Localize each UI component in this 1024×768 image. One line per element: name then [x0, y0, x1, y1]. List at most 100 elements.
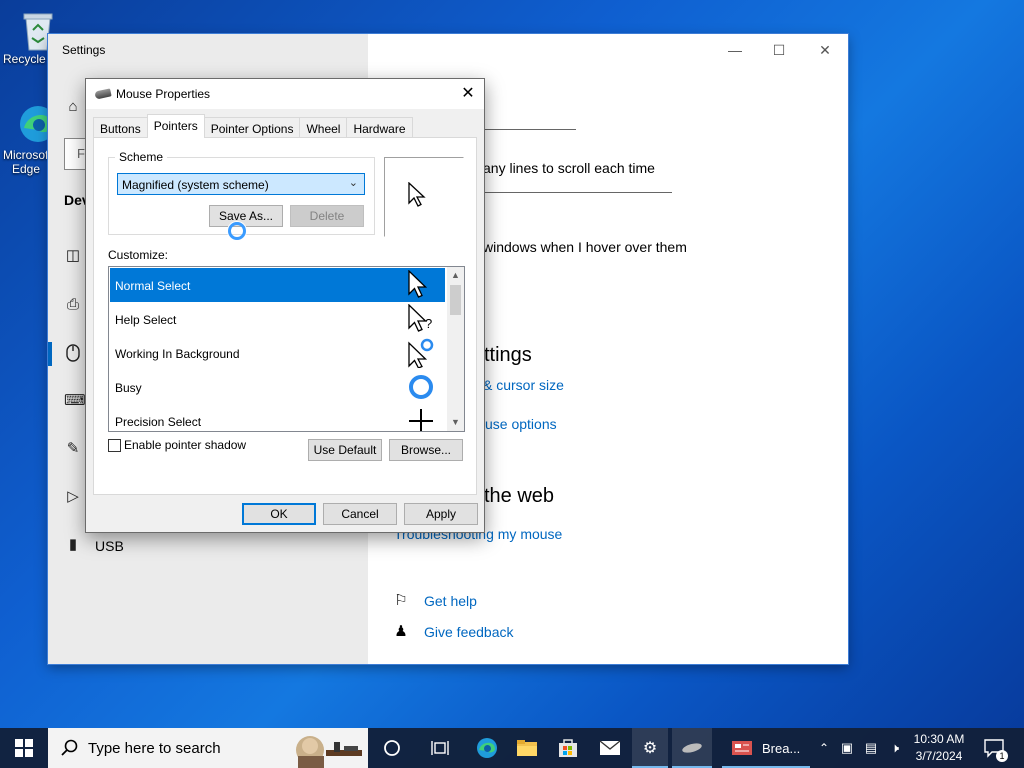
news-icon[interactable]	[730, 736, 754, 760]
hover-scroll-label: windows when I hover over them	[483, 239, 687, 255]
notification-icon[interactable]: 1	[982, 736, 1008, 762]
bluetooth-devices-icon[interactable]: ◫	[64, 247, 82, 265]
printer-icon[interactable]: ⎙	[64, 296, 82, 314]
list-item[interactable]: Normal Select	[110, 268, 445, 302]
list-item[interactable]: Precision Select	[110, 404, 445, 431]
mouse-icon	[94, 88, 112, 100]
network-icon[interactable]: ▤	[859, 736, 883, 760]
scroll-up-icon[interactable]: ▲	[447, 267, 464, 284]
pointer-label: Precision Select	[115, 415, 202, 429]
task-view-icon[interactable]	[428, 736, 452, 760]
busy-cursor-icon	[228, 222, 246, 240]
tab-buttons[interactable]: Buttons	[93, 117, 148, 138]
customize-label: Customize:	[108, 248, 169, 262]
settings-title: Settings	[62, 43, 106, 57]
tab-hardware[interactable]: Hardware	[346, 117, 413, 138]
ok-button[interactable]: OK	[242, 503, 316, 525]
mail-icon[interactable]	[598, 736, 622, 760]
mouse-cursor-size-link[interactable]: & cursor size	[483, 377, 564, 393]
working-cursor-icon	[408, 338, 434, 368]
browse-button[interactable]: Browse...	[389, 439, 463, 461]
pointers-panel: Scheme Magnified (system scheme) ⌄ Save …	[93, 137, 477, 495]
pointer-label: Working In Background	[115, 347, 240, 361]
clock-time: 10:30 AM	[913, 732, 965, 746]
delete-button[interactable]: Delete	[290, 205, 364, 227]
volume-muted-icon[interactable]: 🕨	[883, 736, 907, 760]
app-label[interactable]: Brea...	[762, 741, 800, 756]
mouse-properties-dialog: Mouse Properties ✕ Buttons Pointers Poin…	[85, 78, 485, 533]
close-button[interactable]: ✕	[802, 38, 848, 62]
pointer-shadow-checkbox[interactable]	[108, 439, 121, 452]
taskbar: Type here to search ⚙ Brea... ⌃ ▣ ▤ 🕨 10…	[0, 728, 1024, 768]
scroll-down-icon[interactable]: ▼	[447, 414, 464, 431]
apply-button[interactable]: Apply	[404, 503, 478, 525]
list-item[interactable]: Help Select ?	[110, 302, 445, 336]
tab-pointer-options[interactable]: Pointer Options	[203, 117, 301, 138]
desktop-icon-label: Microsoft Edge	[3, 148, 52, 176]
sidebar-item-usb[interactable]: USB	[95, 538, 124, 554]
arrow-cursor-icon	[408, 182, 426, 207]
search-highlight-illustration-icon	[296, 736, 362, 768]
home-icon[interactable]: ⌂	[64, 98, 82, 116]
help-icon: ⚐	[394, 592, 408, 609]
busy-cursor-icon	[409, 375, 433, 399]
pointer-list[interactable]: Normal Select Help Select ? Working In B…	[108, 266, 465, 432]
active-indicator	[48, 342, 52, 366]
microsoft-store-icon[interactable]	[556, 736, 580, 760]
related-settings-heading: ttings	[484, 344, 532, 366]
file-explorer-icon[interactable]	[515, 736, 539, 760]
give-feedback-link[interactable]: Give feedback	[424, 624, 514, 640]
windows-logo-icon	[15, 739, 33, 757]
start-button[interactable]	[0, 728, 48, 768]
scheme-dropdown[interactable]: Magnified (system scheme) ⌄	[117, 173, 365, 195]
scheme-label: Scheme	[115, 150, 168, 164]
list-item[interactable]: Busy	[110, 370, 445, 404]
taskbar-search-box[interactable]: Type here to search	[48, 728, 368, 768]
clock-date: 3/7/2024	[915, 749, 963, 763]
save-as-button[interactable]: Save As...	[209, 205, 283, 227]
tab-pointers[interactable]: Pointers	[146, 114, 205, 138]
use-default-button[interactable]: Use Default	[308, 439, 382, 461]
chevron-up-icon[interactable]: ⌃	[812, 736, 836, 760]
additional-mouse-options-link[interactable]: use options	[485, 416, 557, 432]
usb-icon[interactable]: ▮	[64, 536, 82, 554]
feedback-icon: ♟	[394, 623, 408, 640]
tab-strip: Buttons Pointers Pointer Options Wheel H…	[93, 114, 413, 138]
autoplay-icon[interactable]: ▷	[64, 488, 82, 506]
keyboard-icon[interactable]: ⌨	[64, 392, 86, 410]
minimize-button[interactable]: —	[712, 38, 758, 62]
scheme-value: Magnified (system scheme)	[122, 178, 269, 192]
meet-now-icon[interactable]: ▣	[835, 736, 859, 760]
edge-icon[interactable]	[475, 736, 499, 760]
cortana-icon[interactable]	[380, 736, 404, 760]
dialog-close-button[interactable]: ✕	[456, 83, 480, 105]
cursor-preview	[384, 157, 464, 237]
crosshair-cursor-icon	[409, 409, 433, 431]
pointer-label: Normal Select	[115, 279, 191, 293]
svg-text:?: ?	[425, 316, 432, 331]
pointer-label: Busy	[115, 381, 142, 395]
list-scrollbar[interactable]: ▲ ▼	[447, 267, 464, 431]
get-help-link[interactable]: Get help	[424, 593, 477, 609]
settings-gear-icon[interactable]: ⚙	[638, 736, 662, 760]
help-cursor-icon: ?	[408, 304, 432, 332]
maximize-button[interactable]: ☐	[756, 38, 802, 62]
search-placeholder: Type here to search	[88, 740, 221, 757]
list-item[interactable]: Working In Background	[110, 336, 445, 370]
help-heading: the web	[484, 485, 555, 507]
dialog-titlebar[interactable]: Mouse Properties ✕	[86, 79, 484, 109]
mouse-icon[interactable]	[680, 736, 704, 760]
cancel-button[interactable]: Cancel	[323, 503, 397, 525]
scroll-lines-label: any lines to scroll each time	[483, 160, 655, 176]
dialog-title: Mouse Properties	[116, 87, 211, 101]
pointer-label: Help Select	[115, 313, 177, 327]
chevron-down-icon: ⌄	[348, 177, 358, 189]
tab-wheel[interactable]: Wheel	[299, 117, 348, 138]
clock[interactable]: 10:30 AM 3/7/2024	[908, 731, 970, 765]
mouse-icon[interactable]	[64, 344, 82, 362]
notification-count: 1	[996, 750, 1008, 762]
scroll-thumb[interactable]	[450, 285, 461, 315]
arrow-cursor-icon	[408, 270, 428, 298]
desktop-icon-label: Recycle Bin	[3, 52, 49, 66]
pen-icon[interactable]: ✎	[64, 440, 82, 458]
